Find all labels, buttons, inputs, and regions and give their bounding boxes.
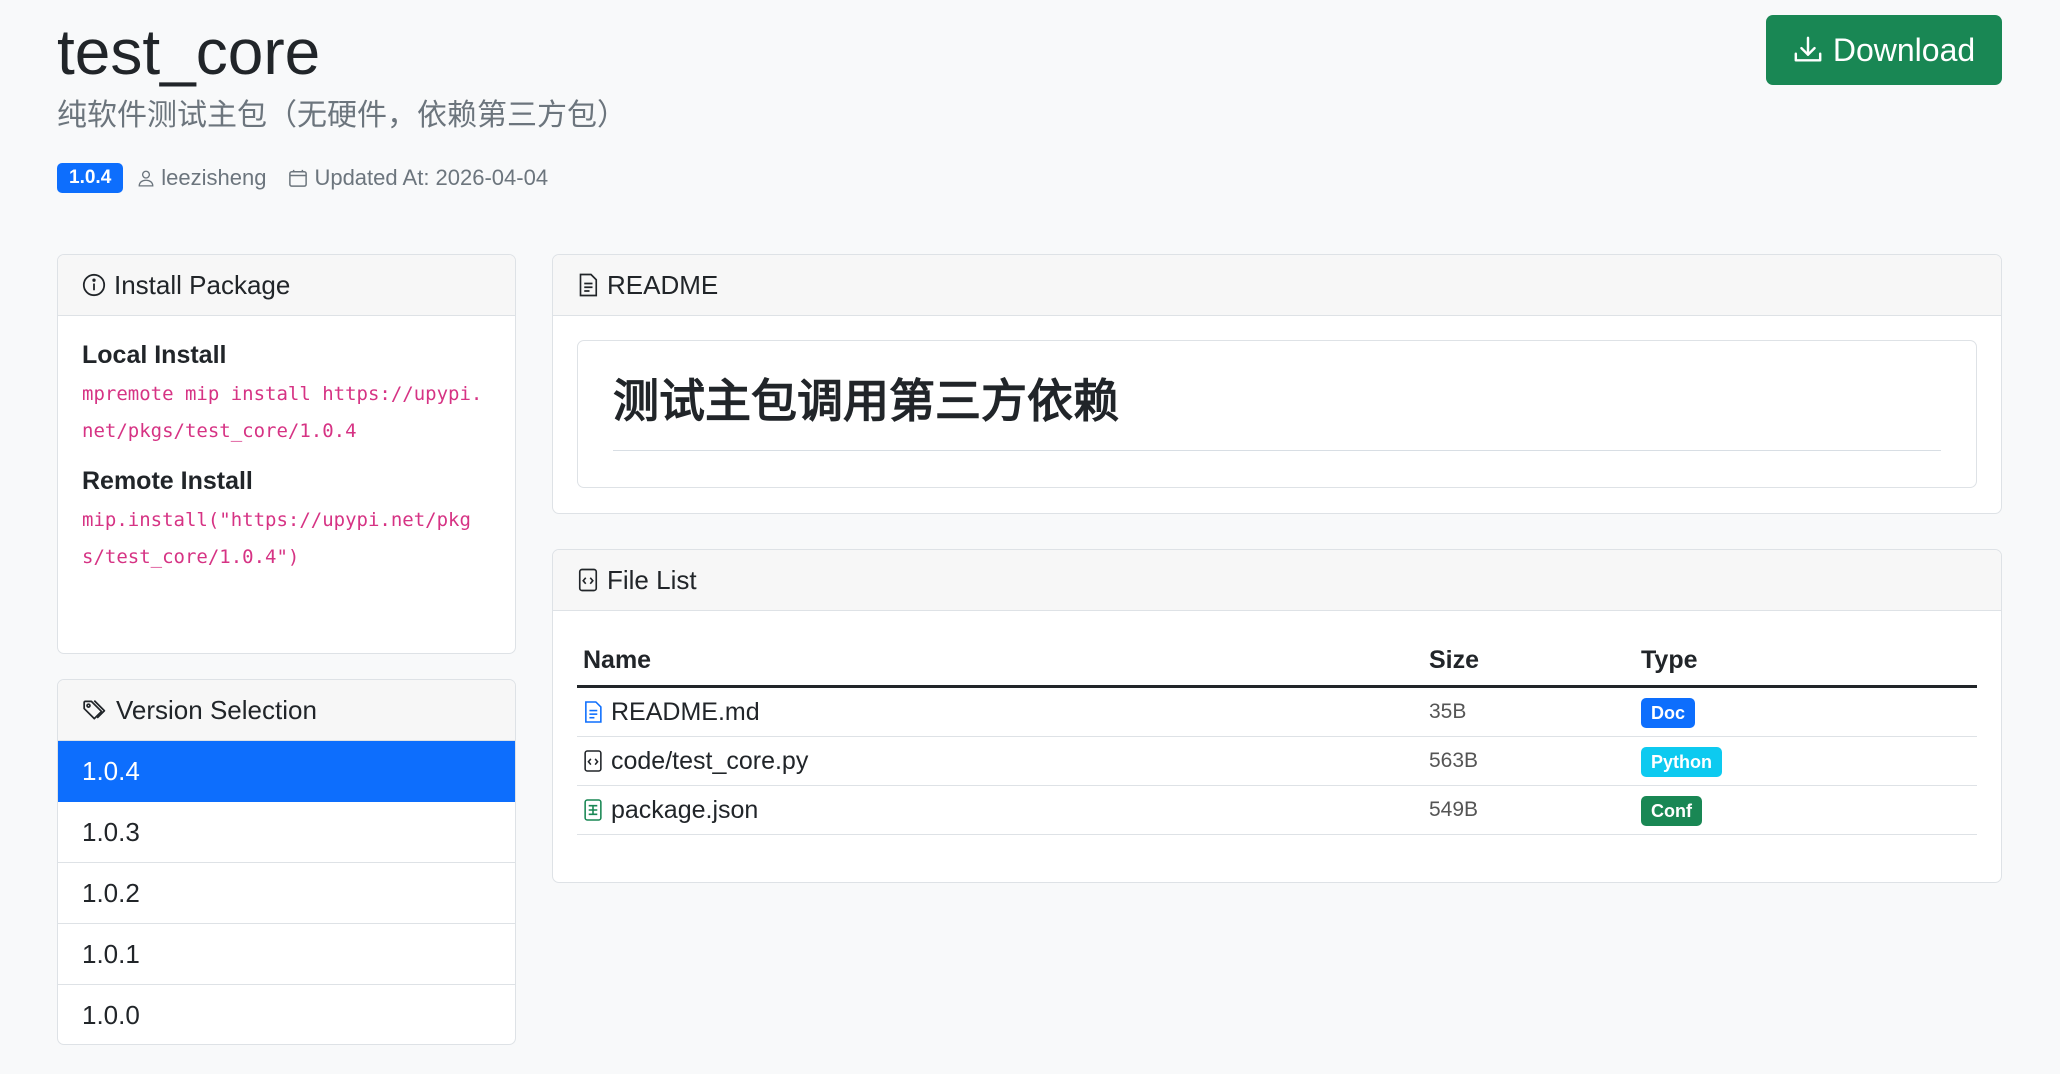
updated-date: Updated At: 2026-04-04 (314, 165, 549, 190)
readme-card: README 测试主包调用第三方依赖 (552, 254, 2002, 514)
version-card-title: Version Selection (116, 694, 317, 725)
column-header-size: Size (1423, 635, 1635, 688)
install-card-header: Install Package (58, 255, 515, 316)
file-text-icon (585, 701, 602, 723)
install-card: Install Package Local Install mpremote m… (57, 254, 516, 654)
download-icon (1794, 36, 1822, 62)
install-body: Local Install mpremote mip install https… (58, 316, 515, 576)
file-list-card-header: File List (553, 550, 2001, 611)
updated-meta: Updated At: 2026-04-04 (288, 165, 548, 191)
readme-card-title: README (607, 269, 719, 300)
version-card-header: Version Selection (58, 680, 515, 741)
file-table-header-row: Name Size Type (577, 635, 1977, 688)
table-row[interactable]: code/test_core.py 563B Python (577, 736, 1977, 786)
download-label: Download (1832, 31, 1976, 68)
file-size: 35B (1423, 686, 1635, 737)
calendar-icon (289, 169, 308, 187)
column-header-type: Type (1635, 635, 1977, 688)
file-code-icon (578, 568, 598, 592)
install-card-title: Install Package (114, 269, 291, 300)
file-list-card: File List Name Size Type README.md 35B Doc… (552, 549, 2002, 883)
file-name-cell[interactable]: package.json (577, 785, 1423, 835)
file-type-badge: Python (1641, 746, 1722, 777)
package-description: 纯软件测试主包（无硬件，依赖第三方包） (57, 98, 627, 133)
file-list-card-title: File List (607, 564, 697, 595)
version-item[interactable]: 1.0.2 (58, 863, 515, 924)
file-code-icon (584, 750, 602, 772)
file-name[interactable]: code/test_core.py (611, 747, 808, 776)
package-page: test_core 纯软件测试主包（无硬件，依赖第三方包） 1.0.4 leez… (0, 0, 2060, 1074)
file-type-cell: Conf (1635, 785, 1977, 835)
readme-content: 测试主包调用第三方依赖 (577, 340, 1977, 488)
version-item[interactable]: 1.0.1 (58, 924, 515, 985)
local-install-command: mpremote mip install https://upypi.net/p… (82, 383, 483, 442)
file-type-badge: Conf (1641, 795, 1702, 826)
page-title: test_core (57, 16, 321, 88)
table-row[interactable]: README.md 35B Doc (577, 686, 1977, 737)
readme-divider (613, 450, 1941, 451)
author-name: leezisheng (161, 165, 267, 190)
file-type-cell: Doc (1635, 686, 1977, 737)
version-item[interactable]: 1.0.3 (58, 802, 515, 863)
version-card: Version Selection 1.0.4 1.0.3 1.0.2 1.0.1 1.… (57, 679, 516, 1045)
version-list: 1.0.4 1.0.3 1.0.2 1.0.1 1.0.0 (58, 741, 515, 1044)
column-header-name: Name (577, 635, 1423, 688)
person-icon (138, 170, 154, 187)
readme-card-header: README (553, 255, 2001, 316)
tags-icon (83, 699, 106, 720)
package-meta: 1.0.4 leezisheng Updated At: 2026-04-04 (57, 162, 570, 194)
download-button[interactable]: Download (1766, 15, 2002, 85)
file-spreadsheet-icon (584, 799, 602, 821)
table-row[interactable]: package.json 549B Conf (577, 785, 1977, 835)
file-table: Name Size Type README.md 35B Doc code/test_… (577, 635, 1977, 835)
file-text-icon (579, 273, 598, 297)
file-name-cell[interactable]: README.md (577, 686, 1423, 737)
file-size: 563B (1423, 736, 1635, 786)
local-install-title: Local Install (82, 341, 227, 369)
info-circle-icon (82, 273, 106, 297)
author-meta: leezisheng (137, 165, 266, 191)
file-type-badge: Doc (1641, 697, 1696, 728)
file-size: 549B (1423, 785, 1635, 835)
remote-install-command: mip.install("https://upypi.net/pkgs/test… (82, 509, 471, 568)
file-name[interactable]: README.md (611, 698, 760, 727)
file-name[interactable]: package.json (611, 796, 758, 825)
version-badge: 1.0.4 (57, 163, 124, 193)
file-name-cell[interactable]: code/test_core.py (577, 736, 1423, 786)
version-item[interactable]: 1.0.4 (58, 741, 515, 802)
remote-install-title: Remote Install (82, 467, 253, 495)
file-type-cell: Python (1635, 736, 1977, 786)
readme-heading: 测试主包调用第三方依赖 (613, 374, 1119, 428)
version-item[interactable]: 1.0.0 (58, 985, 515, 1044)
